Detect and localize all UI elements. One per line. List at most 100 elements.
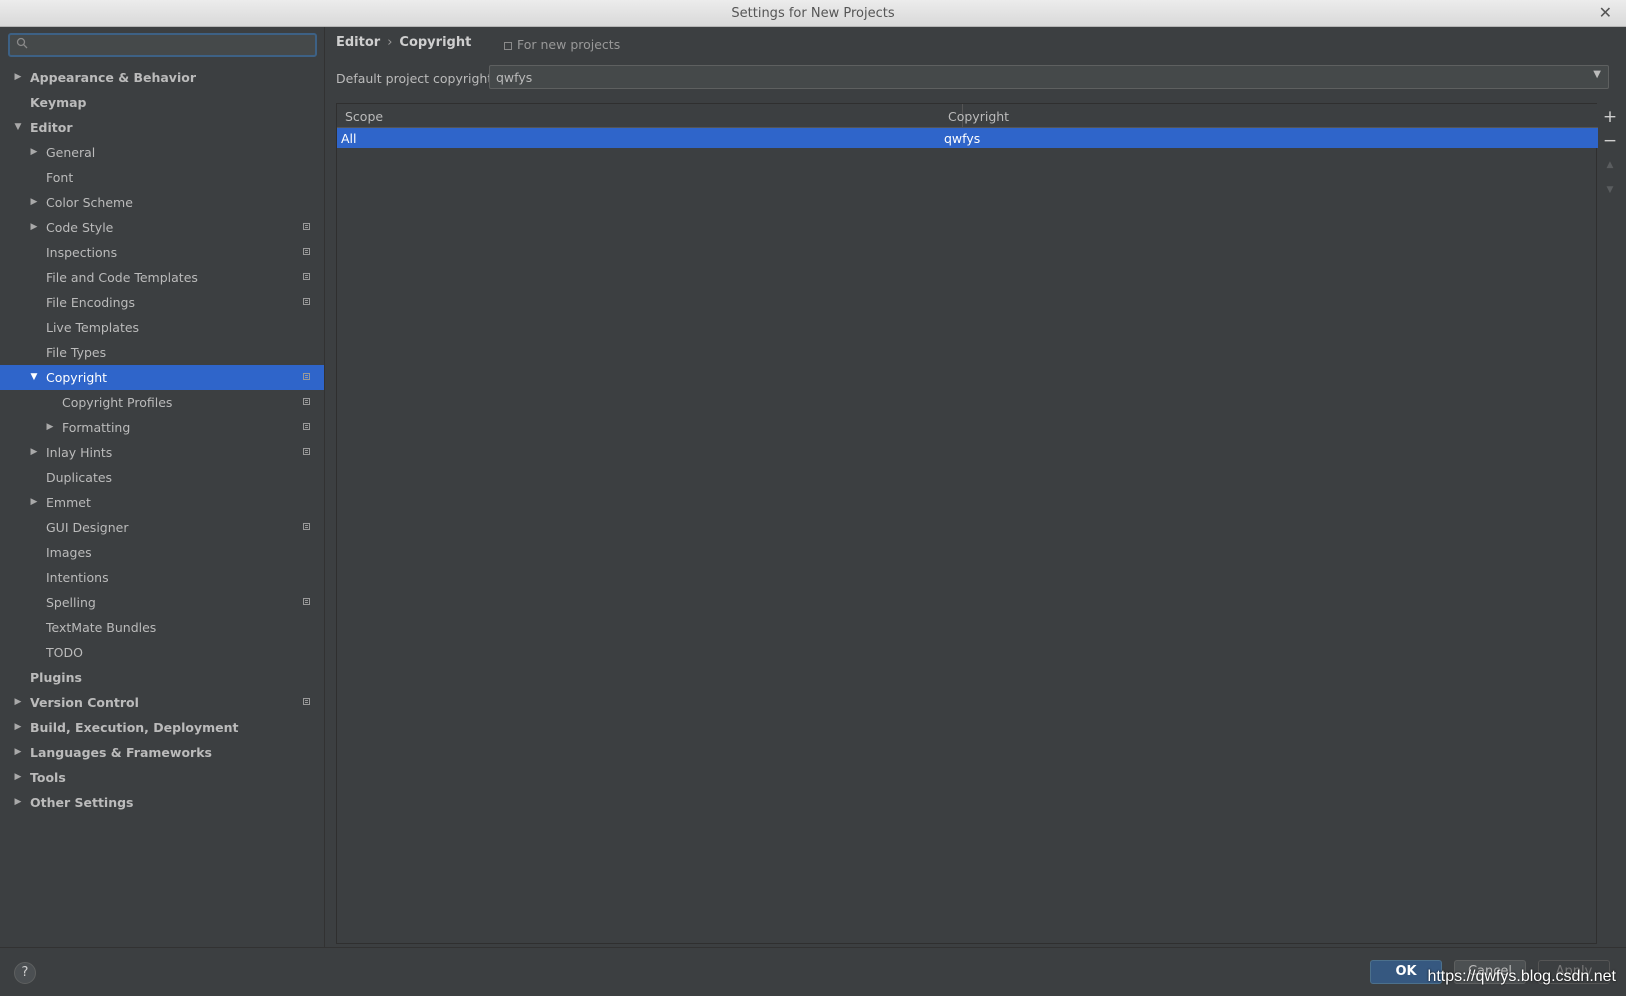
tree-item-label: File Encodings [46, 295, 136, 310]
collapsed-arrow-icon[interactable]: ▶ [28, 490, 40, 515]
expanded-arrow-icon[interactable]: ▼ [28, 365, 40, 390]
tree-item-formatting[interactable]: ▶ Formatting [0, 415, 324, 440]
collapsed-arrow-icon[interactable]: ▶ [12, 740, 24, 765]
collapsed-arrow-icon[interactable]: ▶ [12, 790, 24, 815]
table-row[interactable]: All qwfys [337, 128, 1598, 148]
tree-item-copyright[interactable]: ▼ Copyright [0, 365, 324, 390]
copyright-panel: Editor › Copyright For new projects Defaul… [325, 27, 1626, 947]
tree-item-editor[interactable]: ▼ Editor [0, 115, 324, 140]
tree-item-appearance-behavior[interactable]: ▶ Appearance & Behavior [0, 65, 324, 90]
tree-item-label: Intentions [46, 570, 109, 585]
breadcrumb: Editor › Copyright [336, 35, 471, 50]
move-down-icon[interactable]: ▼ [1598, 185, 1622, 195]
tree-item-languages-frameworks[interactable]: ▶ Languages & Frameworks [0, 740, 324, 765]
default-copyright-select[interactable]: qwfys ▼ [489, 65, 1609, 89]
close-icon[interactable]: ✕ [1599, 3, 1612, 22]
tree-item-plugins[interactable]: Plugins [0, 665, 324, 690]
tree-item-todo[interactable]: TODO [0, 640, 324, 665]
tree-item-emmet[interactable]: ▶ Emmet [0, 490, 324, 515]
project-settings-icon [303, 223, 310, 230]
collapsed-arrow-icon[interactable]: ▶ [12, 690, 24, 715]
project-settings-icon [303, 523, 310, 530]
breadcrumb-separator: › [387, 35, 393, 50]
tree-item-tools[interactable]: ▶ Tools [0, 765, 324, 790]
expanded-arrow-icon[interactable]: ▼ [12, 115, 24, 140]
tree-item-label: Version Control [30, 695, 139, 710]
collapsed-arrow-icon[interactable]: ▶ [28, 140, 40, 165]
tree-item-build-execution-deployment[interactable]: ▶ Build, Execution, Deployment [0, 715, 324, 740]
tree-item-label: Font [46, 170, 74, 185]
project-settings-icon [303, 423, 310, 430]
tree-item-label: Appearance & Behavior [30, 70, 196, 85]
tree-item-label: File and Code Templates [46, 270, 198, 285]
tree-item-label: TODO [46, 645, 83, 660]
collapsed-arrow-icon[interactable]: ▶ [28, 440, 40, 465]
collapsed-arrow-icon[interactable]: ▶ [12, 715, 24, 740]
tree-item-font[interactable]: Font [0, 165, 324, 190]
breadcrumb-current: Copyright [399, 35, 472, 50]
collapsed-arrow-icon[interactable]: ▶ [12, 765, 24, 790]
tree-item-label: Languages & Frameworks [30, 745, 212, 760]
tree-item-label: File Types [46, 345, 107, 360]
move-up-icon[interactable]: ▲ [1598, 160, 1622, 170]
tree-item-label: Copyright [46, 370, 108, 385]
collapsed-arrow-icon[interactable]: ▶ [44, 415, 56, 440]
tree-item-label: Emmet [46, 495, 91, 510]
project-settings-icon [303, 273, 310, 280]
tree-item-intentions[interactable]: Intentions [0, 565, 324, 590]
tree-item-images[interactable]: Images [0, 540, 324, 565]
for-new-projects-note: For new projects [504, 37, 620, 52]
project-settings-icon [303, 398, 310, 405]
tree-item-inlay-hints[interactable]: ▶ Inlay Hints [0, 440, 324, 465]
tree-item-file-encodings[interactable]: File Encodings [0, 290, 324, 315]
tree-item-label: Code Style [46, 220, 114, 235]
tree-item-textmate-bundles[interactable]: TextMate Bundles [0, 615, 324, 640]
tree-item-code-style[interactable]: ▶ Code Style [0, 215, 324, 240]
tree-item-label: Other Settings [30, 795, 134, 810]
scope-copyright-table: Scope Copyright All qwfys [336, 103, 1598, 944]
project-settings-icon [303, 598, 310, 605]
tree-item-spelling[interactable]: Spelling [0, 590, 324, 615]
collapsed-arrow-icon[interactable]: ▶ [12, 65, 24, 90]
project-settings-icon [303, 298, 310, 305]
collapsed-arrow-icon[interactable]: ▶ [28, 215, 40, 240]
tree-item-label: Build, Execution, Deployment [30, 720, 239, 735]
tree-item-live-templates[interactable]: Live Templates [0, 315, 324, 340]
table-header: Scope Copyright [337, 104, 1598, 128]
tree-item-label: Spelling [46, 595, 96, 610]
tree-item-copyright-profiles[interactable]: Copyright Profiles [0, 390, 324, 415]
column-header-copyright[interactable]: Copyright [948, 109, 1009, 124]
tree-item-label: General [46, 145, 96, 160]
title-bar: Settings for New Projects ✕ [0, 0, 1626, 27]
cell-copyright[interactable]: qwfys [944, 131, 980, 146]
remove-icon[interactable]: − [1598, 131, 1622, 151]
collapsed-arrow-icon[interactable]: ▶ [28, 190, 40, 215]
tree-item-label: Color Scheme [46, 195, 133, 210]
project-icon [504, 42, 512, 50]
settings-tree: ▶ Appearance & Behavior Keymap ▼ Editor ▶ Gene… [0, 65, 324, 815]
tree-item-other-settings[interactable]: ▶ Other Settings [0, 790, 324, 815]
tree-item-keymap[interactable]: Keymap [0, 90, 324, 115]
watermark: https://qwfys.blog.csdn.net [1427, 968, 1616, 985]
tree-item-label: Inlay Hints [46, 445, 113, 460]
tree-item-duplicates[interactable]: Duplicates [0, 465, 324, 490]
search-field[interactable] [8, 33, 317, 57]
tree-item-gui-designer[interactable]: GUI Designer [0, 515, 324, 540]
column-header-scope[interactable]: Scope [345, 109, 383, 124]
for-new-projects-label: For new projects [517, 37, 621, 52]
tree-item-inspections[interactable]: Inspections [0, 240, 324, 265]
dialog-footer: ? OK Cancel Apply https://qwfys.blog.csd… [0, 947, 1626, 996]
tree-item-label: Tools [30, 770, 66, 785]
cell-scope[interactable]: All [341, 131, 357, 146]
tree-item-file-and-code-templates[interactable]: File and Code Templates [0, 265, 324, 290]
tree-item-label: GUI Designer [46, 520, 129, 535]
tree-item-version-control[interactable]: ▶ Version Control [0, 690, 324, 715]
tree-item-general[interactable]: ▶ General [0, 140, 324, 165]
add-icon[interactable]: + [1598, 107, 1622, 127]
chevron-down-icon[interactable]: ▼ [1593, 69, 1601, 80]
help-button[interactable]: ? [14, 962, 36, 984]
tree-item-label: Images [46, 545, 92, 560]
tree-item-color-scheme[interactable]: ▶ Color Scheme [0, 190, 324, 215]
tree-item-label: Copyright Profiles [62, 395, 173, 410]
tree-item-file-types[interactable]: File Types [0, 340, 324, 365]
